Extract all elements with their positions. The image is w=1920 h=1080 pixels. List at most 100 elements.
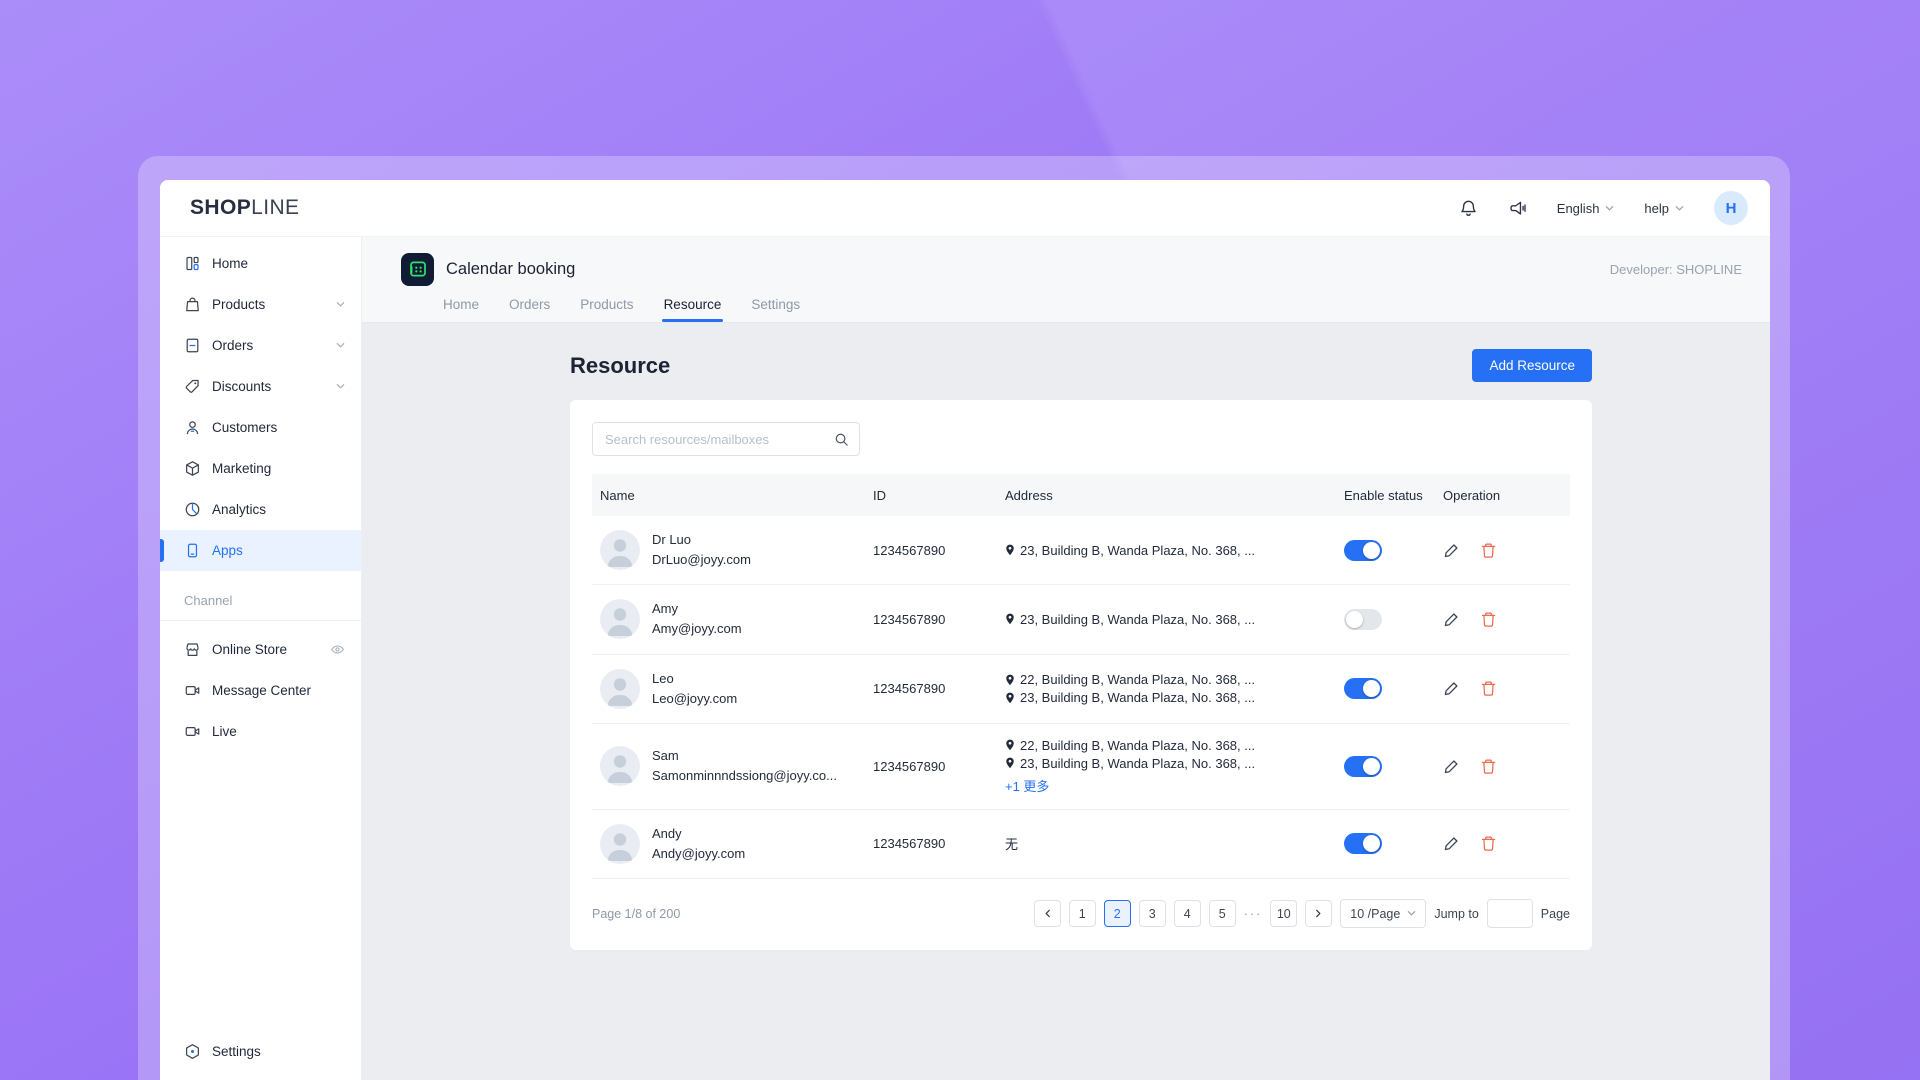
column-header-operation: Operation	[1443, 487, 1501, 503]
sidebar-item-label: Settings	[212, 1044, 261, 1059]
edit-pencil-icon[interactable]	[1443, 758, 1460, 775]
page-button-5[interactable]: 5	[1208, 900, 1236, 928]
address-text: 23, Building B, Wanda Plaza, No. 368, ..…	[1020, 755, 1256, 771]
sidebar-item-apps[interactable]: Apps	[160, 530, 361, 571]
main-sidebar: Home Products Orders Discounts Customers…	[160, 237, 362, 1080]
per-page-select[interactable]: 10 /Page	[1340, 899, 1427, 929]
resource-name: Leo	[652, 670, 674, 686]
sidebar-item-label: Online Store	[212, 642, 288, 657]
search-input[interactable]	[605, 431, 834, 447]
location-pin-icon	[1005, 739, 1015, 751]
address-text: 23, Building B, Wanda Plaza, No. 368, ..…	[1020, 690, 1256, 706]
chevron-right-icon	[1314, 909, 1323, 918]
address-text: 22, Building B, Wanda Plaza, No. 368, ..…	[1020, 672, 1256, 688]
delete-trash-icon[interactable]	[1480, 835, 1497, 852]
tab-orders[interactable]: Orders	[509, 297, 550, 322]
desktop-background: SHOPLINE English help H Home Products Or…	[0, 0, 1920, 1080]
enable-status-toggle[interactable]	[1344, 678, 1382, 700]
resource-email: Leo@joyy.com	[652, 690, 738, 706]
developer-label: Developer: SHOPLINE	[1609, 261, 1742, 277]
notification-bell-icon[interactable]	[1459, 199, 1478, 218]
app-header: Calendar booking Developer: SHOPLINE Hom…	[362, 237, 1770, 323]
sidebar-item-orders[interactable]: Orders	[160, 325, 361, 366]
sidebar-item-marketing[interactable]: Marketing	[160, 448, 361, 489]
sidebar-item-label: Home	[212, 256, 249, 271]
address-text: 23, Building B, Wanda Plaza, No. 368, ..…	[1020, 542, 1256, 558]
enable-status-toggle[interactable]	[1344, 833, 1382, 855]
resource-page: Resource Add Resource Name ID Address	[570, 323, 1592, 951]
sidebar-item-live[interactable]: Live	[160, 711, 361, 752]
edit-pencil-icon[interactable]	[1443, 835, 1460, 852]
page-button-4[interactable]: 4	[1173, 900, 1201, 928]
column-header-name: Name	[600, 487, 635, 503]
tab-settings[interactable]: Settings	[751, 297, 800, 322]
delete-trash-icon[interactable]	[1480, 611, 1497, 628]
delete-trash-icon[interactable]	[1480, 758, 1497, 775]
page-button-10[interactable]: 10	[1270, 900, 1298, 928]
show-more-addresses-link[interactable]: +1 更多	[1005, 776, 1344, 795]
sidebar-item-settings[interactable]: Settings	[160, 1031, 361, 1072]
sidebar-item-label: Orders	[212, 338, 254, 353]
tab-products[interactable]: Products	[580, 297, 633, 322]
next-page-button[interactable]	[1305, 900, 1333, 928]
user-avatar[interactable]: H	[1714, 191, 1748, 225]
resource-name: Andy	[652, 825, 682, 841]
jump-to-page-input[interactable]	[1486, 899, 1533, 929]
table-row: Amy Amy@joyy.com 1234567890 23, Building …	[592, 585, 1570, 655]
edit-pencil-icon[interactable]	[1443, 611, 1460, 628]
table-header-row: Name ID Address Enable status Operation	[592, 474, 1570, 516]
column-header-enable-status: Enable status	[1344, 487, 1423, 503]
person-silhouette-icon	[600, 599, 640, 639]
page-button-2-active[interactable]: 2	[1103, 900, 1131, 928]
chevron-down-icon	[336, 382, 345, 391]
edit-pencil-icon[interactable]	[1443, 680, 1460, 697]
sidebar-item-label: Analytics	[212, 502, 267, 517]
chevron-down-icon	[1675, 204, 1684, 213]
home-icon	[184, 255, 201, 272]
column-header-address: Address	[1005, 487, 1053, 503]
chevron-down-icon	[336, 341, 345, 350]
settings-hexagon-icon	[184, 1043, 201, 1060]
eye-icon[interactable]	[330, 642, 345, 657]
previous-page-button[interactable]	[1033, 900, 1061, 928]
page-button-1[interactable]: 1	[1068, 900, 1096, 928]
resource-email: Samonminnndssiong@joyy.co...	[652, 768, 837, 784]
sidebar-item-discounts[interactable]: Discounts	[160, 366, 361, 407]
sidebar-section-channel: Channel	[184, 593, 233, 608]
tab-home[interactable]: Home	[443, 297, 479, 322]
sidebar-divider	[160, 620, 361, 621]
sidebar-item-analytics[interactable]: Analytics	[160, 489, 361, 530]
sidebar-item-home[interactable]: Home	[160, 243, 361, 284]
language-selector[interactable]: English	[1557, 201, 1615, 216]
tab-resource[interactable]: Resource	[661, 297, 724, 322]
delete-trash-icon[interactable]	[1480, 680, 1497, 697]
resource-email: Andy@joyy.com	[652, 845, 746, 861]
sidebar-item-customers[interactable]: Customers	[160, 407, 361, 448]
add-resource-button[interactable]: Add Resource	[1472, 349, 1592, 382]
column-header-id: ID	[873, 487, 886, 503]
sidebar-item-message-center[interactable]: Message Center	[160, 670, 361, 711]
pagination-ellipsis: ···	[1243, 906, 1263, 921]
help-menu[interactable]: help	[1644, 201, 1684, 216]
resource-name: Dr Luo	[652, 532, 692, 547]
sidebar-item-label: Discounts	[212, 379, 272, 394]
sidebar-item-products[interactable]: Products	[160, 284, 361, 325]
person-silhouette-icon	[600, 669, 640, 709]
enable-status-toggle[interactable]	[1344, 539, 1382, 561]
page-button-3[interactable]: 3	[1138, 900, 1166, 928]
delete-trash-icon[interactable]	[1480, 542, 1497, 559]
pagination-summary: Page 1/8 of 200	[592, 906, 681, 921]
enable-status-toggle[interactable]	[1344, 608, 1382, 630]
pie-chart-icon	[184, 501, 201, 518]
sidebar-item-label: Marketing	[212, 461, 272, 476]
edit-pencil-icon[interactable]	[1443, 542, 1460, 559]
table-row: Leo Leo@joyy.com 1234567890 22, Building …	[592, 655, 1570, 724]
tag-icon	[184, 378, 201, 395]
person-silhouette-icon	[600, 530, 640, 570]
sidebar-item-online-store[interactable]: Online Store	[160, 629, 361, 670]
avatar	[600, 599, 640, 640]
shopline-logo: SHOPLINE	[190, 196, 299, 220]
announcement-icon[interactable]	[1508, 199, 1527, 218]
resource-id: 1234567890	[873, 611, 946, 627]
enable-status-toggle[interactable]	[1344, 755, 1382, 777]
